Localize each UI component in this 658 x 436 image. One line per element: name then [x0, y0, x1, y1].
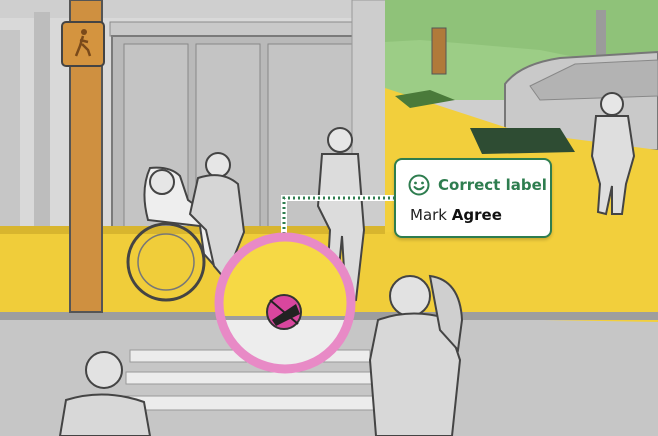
door-frame-top — [109, 21, 377, 37]
tree-trunk — [431, 27, 447, 75]
crosswalk-stripe — [125, 371, 377, 385]
tooltip-title: Correct label — [438, 176, 547, 194]
crosswalk-stripe — [119, 395, 381, 411]
tree-trunk — [596, 10, 606, 56]
instruction-prefix: Mark — [410, 206, 447, 224]
illustration — [0, 0, 658, 436]
building-column — [0, 30, 20, 230]
tooltip-instruction: Mark Agree — [410, 206, 502, 224]
instruction-action: Agree — [451, 206, 502, 224]
curb-ramp-missing-icon[interactable] — [266, 294, 302, 330]
building-column — [34, 12, 50, 232]
label-tooltip: Correct label Mark Agree — [394, 158, 552, 238]
building-top-band — [0, 0, 385, 18]
tree-grate — [470, 128, 575, 154]
smile-icon — [408, 174, 430, 196]
tooltip-header: Correct label — [408, 174, 547, 196]
street-scene: Correct label Mark Agree — [0, 0, 658, 436]
